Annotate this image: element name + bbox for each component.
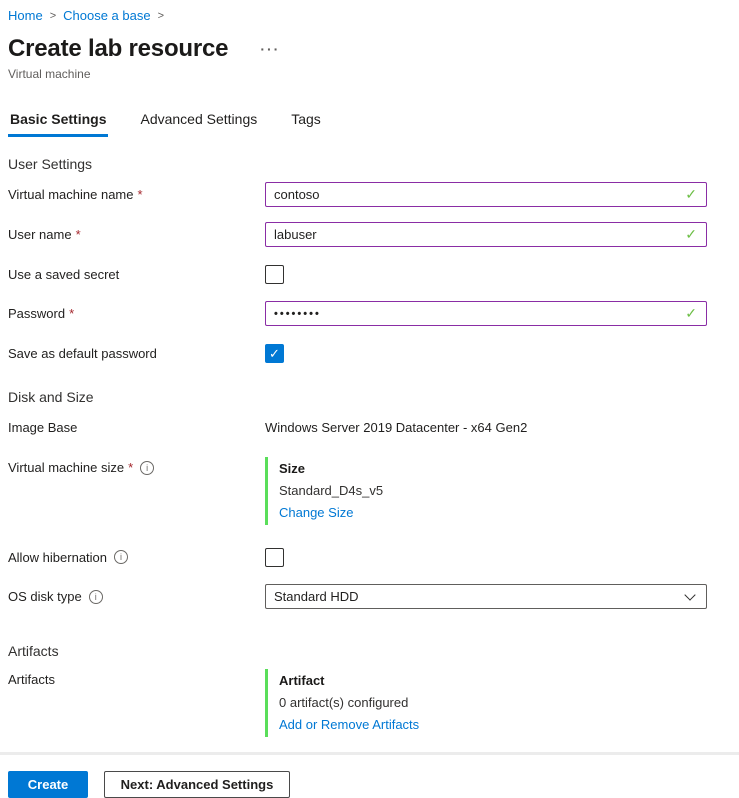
artifacts-configured-count: 0 artifact(s) configured: [279, 692, 419, 714]
required-marker: *: [128, 460, 133, 475]
os-disk-type-label-text: OS disk type: [8, 589, 82, 604]
breadcrumb: Home > Choose a base >: [8, 6, 731, 23]
saved-secret-row: Use a saved secret: [8, 262, 731, 286]
os-disk-type-selected-value: Standard HDD: [274, 589, 359, 604]
required-marker: *: [69, 306, 74, 321]
save-default-password-label-text: Save as default password: [8, 346, 157, 361]
vm-size-panel-heading: Size: [279, 458, 383, 480]
more-options-icon[interactable]: ···: [260, 44, 280, 54]
breadcrumb-home-link[interactable]: Home: [8, 8, 43, 23]
create-button[interactable]: Create: [8, 771, 88, 798]
artifacts-label: Artifacts: [8, 669, 265, 687]
vm-name-label: Virtual machine name *: [8, 187, 265, 202]
hibernation-row: Allow hibernation i: [8, 545, 731, 569]
breadcrumb-separator-icon: >: [50, 10, 56, 22]
os-disk-type-label: OS disk type i: [8, 589, 265, 604]
password-row: Password *: [8, 301, 731, 326]
page-title: Create lab resource: [8, 35, 228, 63]
artifacts-panel-heading: Artifact: [279, 670, 419, 692]
tab-basic-settings[interactable]: Basic Settings: [8, 111, 108, 137]
info-icon[interactable]: i: [89, 590, 103, 604]
info-icon[interactable]: i: [140, 461, 154, 475]
user-name-row: User name *: [8, 222, 731, 247]
artifacts-row: Artifacts Artifact 0 artifact(s) configu…: [8, 669, 731, 737]
page-subtitle: Virtual machine: [8, 67, 731, 81]
saved-secret-label: Use a saved secret: [8, 267, 265, 282]
info-icon[interactable]: i: [114, 550, 128, 564]
hibernation-label: Allow hibernation i: [8, 550, 265, 565]
section-heading-disk-and-size: Disk and Size: [8, 389, 731, 405]
password-label-text: Password: [8, 306, 65, 321]
section-heading-user-settings: User Settings: [8, 156, 731, 172]
chevron-down-icon: [684, 589, 695, 600]
artifacts-panel: Artifact 0 artifact(s) configured Add or…: [265, 669, 419, 737]
image-base-row: Image Base Windows Server 2019 Datacente…: [8, 415, 731, 439]
section-heading-artifacts: Artifacts: [8, 643, 731, 659]
tab-tags[interactable]: Tags: [289, 111, 323, 137]
add-or-remove-artifacts-link[interactable]: Add or Remove Artifacts: [279, 717, 419, 732]
image-base-label-text: Image Base: [8, 420, 77, 435]
vm-size-label-text: Virtual machine size: [8, 460, 124, 475]
save-default-password-label: Save as default password: [8, 346, 265, 361]
image-base-label: Image Base: [8, 420, 265, 435]
hibernation-checkbox[interactable]: [265, 548, 284, 567]
vm-name-label-text: Virtual machine name: [8, 187, 134, 202]
os-disk-type-dropdown[interactable]: Standard HDD: [265, 584, 707, 609]
change-size-link[interactable]: Change Size: [279, 505, 353, 520]
password-label: Password *: [8, 306, 265, 321]
vm-size-panel: Size Standard_D4s_v5 Change Size: [265, 457, 383, 525]
breadcrumb-separator-icon: >: [158, 10, 164, 22]
hibernation-label-text: Allow hibernation: [8, 550, 107, 565]
save-default-password-row: Save as default password: [8, 341, 731, 365]
create-lab-resource-page: Home > Choose a base > Create lab resour…: [0, 0, 739, 798]
saved-secret-label-text: Use a saved secret: [8, 267, 119, 282]
user-name-input[interactable]: [265, 222, 707, 247]
user-name-label-text: User name: [8, 227, 72, 242]
vm-size-row: Virtual machine size * i Size Standard_D…: [8, 457, 731, 525]
vm-name-input[interactable]: [265, 182, 707, 207]
tab-advanced-settings[interactable]: Advanced Settings: [138, 111, 259, 137]
footer-actions: Create Next: Advanced Settings: [8, 771, 731, 798]
vm-name-row: Virtual machine name *: [8, 182, 731, 207]
image-base-value: Windows Server 2019 Datacenter - x64 Gen…: [265, 420, 527, 435]
required-marker: *: [76, 227, 81, 242]
artifacts-label-text: Artifacts: [8, 672, 55, 687]
settings-tabs: Basic Settings Advanced Settings Tags: [8, 111, 731, 138]
breadcrumb-choose-a-base-link[interactable]: Choose a base: [63, 8, 150, 23]
next-advanced-settings-button[interactable]: Next: Advanced Settings: [104, 771, 290, 798]
user-name-label: User name *: [8, 227, 265, 242]
footer-divider: [0, 752, 739, 755]
os-disk-type-row: OS disk type i Standard HDD: [8, 584, 731, 609]
saved-secret-checkbox[interactable]: [265, 265, 284, 284]
password-input[interactable]: [265, 301, 707, 326]
vm-size-value: Standard_D4s_v5: [279, 480, 383, 502]
required-marker: *: [138, 187, 143, 202]
save-default-password-checkbox[interactable]: [265, 344, 284, 363]
vm-size-label: Virtual machine size * i: [8, 457, 265, 475]
